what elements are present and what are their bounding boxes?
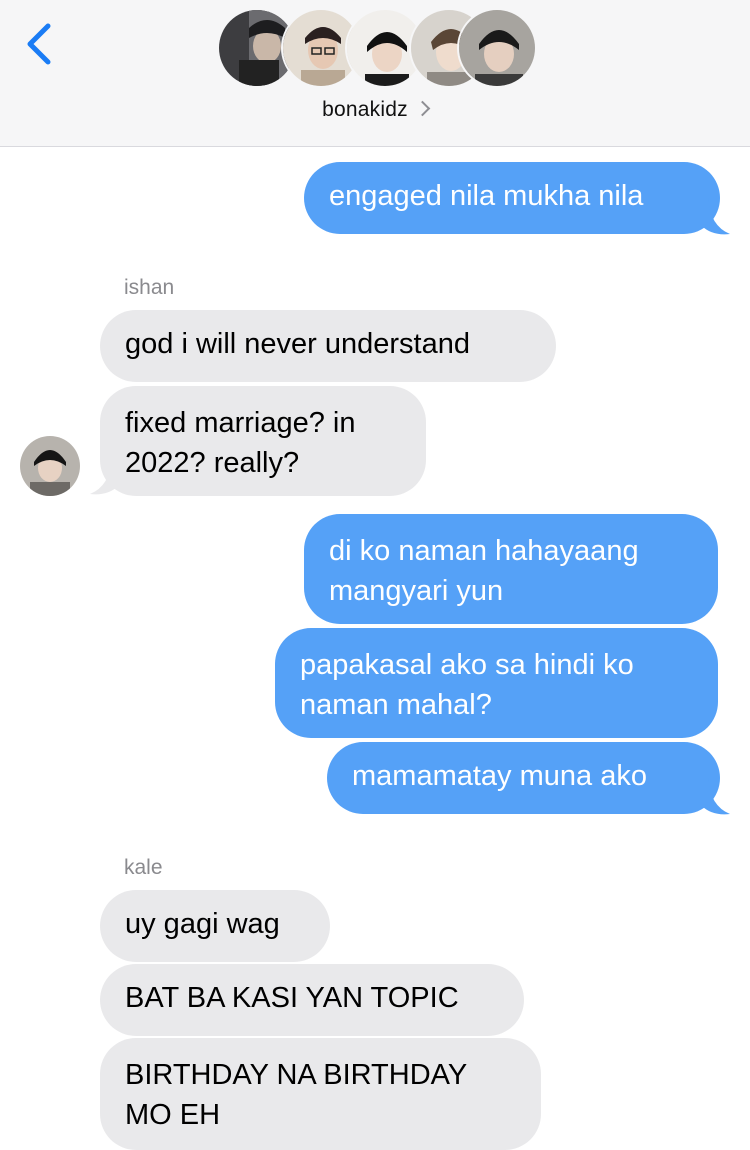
group-avatars[interactable] <box>217 8 537 90</box>
message-text: mamamatay muna ako <box>352 760 647 792</box>
message-text-line: mangyari yun <box>329 575 504 607</box>
incoming-message[interactable]: fixed marriage? in 2022? really? <box>100 386 426 496</box>
bubble-tail <box>702 778 730 815</box>
outgoing-message[interactable]: di ko naman hahayaang mangyari yun <box>304 514 718 624</box>
message-text: god i will never understand <box>125 328 470 360</box>
bubble-tail <box>90 458 118 495</box>
message-text-line: papakasal ako sa hindi ko <box>300 649 634 681</box>
outgoing-message[interactable]: papakasal ako sa hindi ko naman mahal? <box>275 628 718 738</box>
incoming-message[interactable]: uy gagi wag <box>100 890 330 962</box>
sender-name: kale <box>124 856 163 879</box>
message-text-line: MO EH <box>125 1099 221 1131</box>
message-text-line: 2022? really? <box>125 447 300 479</box>
incoming-message[interactable]: BIRTHDAY NA BIRTHDAY MO EH <box>100 1038 541 1150</box>
incoming-message[interactable]: BAT BA KASI YAN TOPIC <box>100 964 524 1036</box>
message-text: uy gagi wag <box>125 908 280 940</box>
conversation-header: bonakidz <box>0 0 750 147</box>
back-button[interactable] <box>24 22 64 66</box>
group-name: bonakidz <box>322 98 408 121</box>
sender-avatar[interactable] <box>20 436 80 496</box>
message-text-line: BIRTHDAY NA BIRTHDAY <box>125 1059 468 1091</box>
bubble-tail <box>702 198 730 235</box>
outgoing-message[interactable]: mamamatay muna ako <box>327 742 720 814</box>
group-name-row[interactable]: bonakidz <box>0 98 750 122</box>
sender-name: ishan <box>124 276 175 299</box>
message-text-line: di ko naman hahayaang <box>329 535 639 567</box>
incoming-message[interactable]: god i will never understand <box>100 310 556 382</box>
chevron-right-icon <box>414 100 431 117</box>
outgoing-message[interactable]: engaged nila mukha nila <box>304 162 720 234</box>
message-text: BAT BA KASI YAN TOPIC <box>125 982 459 1014</box>
message-text: engaged nila mukha nila <box>329 180 644 212</box>
message-text-line: fixed marriage? in <box>125 407 356 439</box>
chevron-left-icon <box>27 23 51 65</box>
message-text-line: naman mahal? <box>300 689 492 721</box>
member-avatar <box>457 8 537 88</box>
